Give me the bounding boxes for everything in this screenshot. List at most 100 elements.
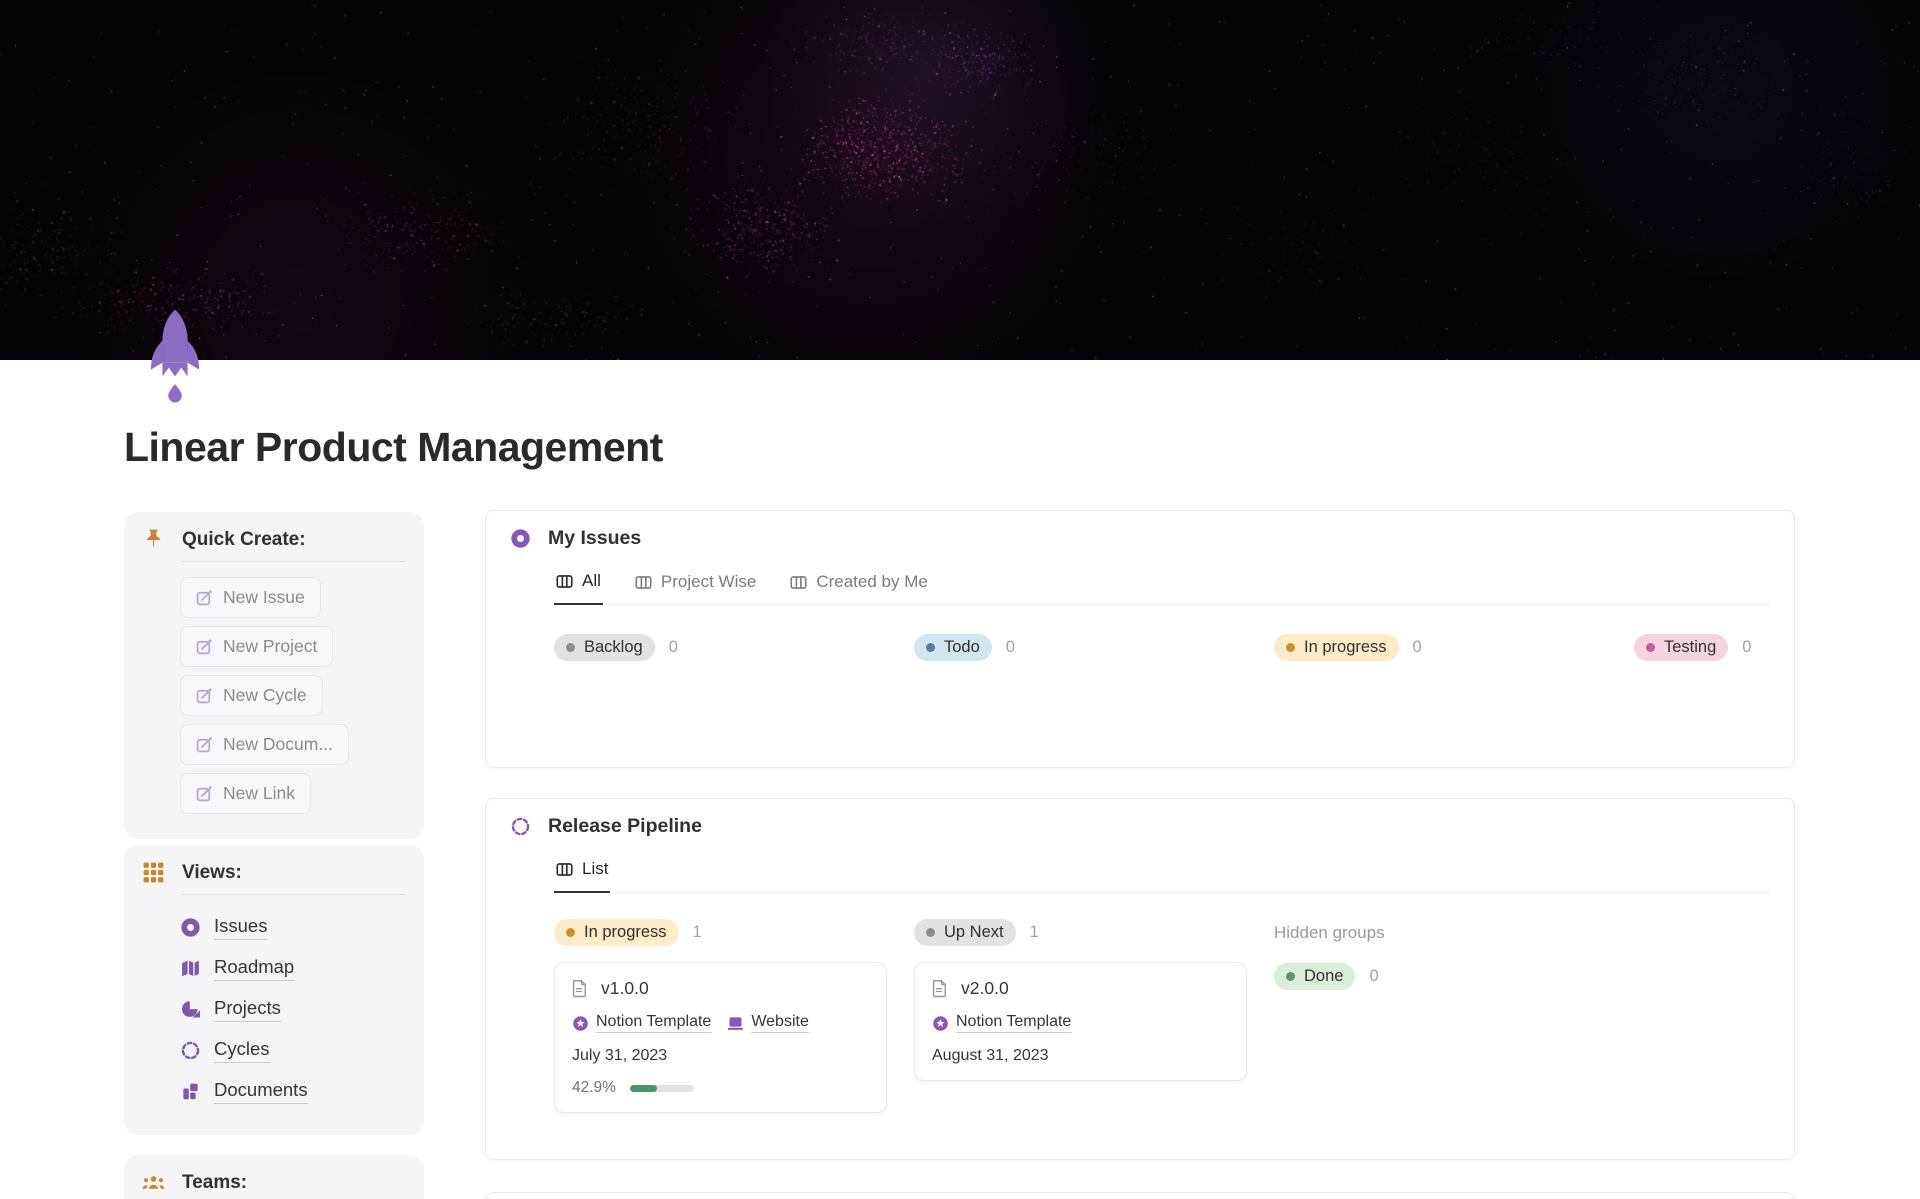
teams-card: Teams: bbox=[124, 1155, 424, 1199]
group-pill-done[interactable]: Done bbox=[1274, 963, 1356, 990]
sidebar-item-documents[interactable]: Documents bbox=[180, 1071, 406, 1112]
status-dot bbox=[926, 643, 935, 652]
next-section-edge bbox=[485, 1192, 1795, 1199]
database-title: Release Pipeline bbox=[548, 815, 702, 837]
grid-icon bbox=[142, 861, 165, 884]
teams-header: Teams: bbox=[142, 1171, 406, 1194]
board-column-backlog: Backlog 0 bbox=[554, 634, 887, 661]
board-view-icon bbox=[790, 574, 807, 591]
group-pill-backlog[interactable]: Backlog bbox=[554, 634, 655, 661]
divider bbox=[182, 561, 406, 562]
views-title: Views: bbox=[182, 861, 242, 883]
new-document-button[interactable]: New Docum... bbox=[180, 724, 349, 765]
group-count: 0 bbox=[1005, 638, 1015, 656]
hidden-groups-label: Hidden groups bbox=[1274, 923, 1385, 942]
views-list: Issues Roadmap Projects Cycles Documents bbox=[180, 907, 406, 1112]
group-count: 1 bbox=[1029, 923, 1039, 941]
website-link[interactable]: Website bbox=[727, 1013, 809, 1033]
status-dot bbox=[1286, 972, 1295, 981]
tab-project-wise[interactable]: Project Wise bbox=[633, 564, 758, 605]
sidebar-item-issues[interactable]: Issues bbox=[180, 907, 406, 948]
status-dot bbox=[566, 928, 575, 937]
my-issues-board: Backlog 0 Todo 0 In progress 0 Testing 0 bbox=[554, 634, 1770, 661]
group-count: 0 bbox=[1369, 967, 1379, 985]
star-badge-icon bbox=[932, 1015, 949, 1032]
release-card-v1[interactable]: v1.0.0 Notion Template Website July 31, … bbox=[554, 962, 887, 1113]
map-icon bbox=[180, 958, 201, 979]
group-pill-in-progress[interactable]: In progress bbox=[1274, 634, 1399, 661]
board-column-hidden-groups: Hidden groups Done 0 bbox=[1274, 919, 1607, 1113]
board-column-todo: Todo 0 bbox=[914, 634, 1247, 661]
new-link-button[interactable]: New Link bbox=[180, 773, 311, 814]
release-card-v2[interactable]: v2.0.0 Notion Template August 31, 2023 bbox=[914, 962, 1247, 1081]
status-dot bbox=[1646, 643, 1655, 652]
divider bbox=[182, 894, 406, 895]
page-icon bbox=[932, 979, 948, 998]
database-title: My Issues bbox=[548, 527, 642, 549]
new-project-button[interactable]: New Project bbox=[180, 626, 334, 667]
group-count: 0 bbox=[1742, 638, 1752, 656]
laptop-icon bbox=[727, 1015, 744, 1032]
group-count: 0 bbox=[1412, 638, 1422, 656]
people-icon bbox=[142, 1171, 165, 1194]
notion-page: Linear Product Management Quick Create: … bbox=[0, 0, 1920, 1199]
quick-create-title: Quick Create: bbox=[182, 528, 306, 550]
board-view-icon bbox=[556, 573, 573, 590]
board-column-in-progress: In progress 0 bbox=[1274, 634, 1607, 661]
progress-label: 42.9% bbox=[572, 1079, 616, 1096]
release-date: July 31, 2023 bbox=[572, 1047, 668, 1064]
cover-nebula-canvas bbox=[0, 0, 1920, 360]
board-column-in-progress: In progress 1 v1.0.0 Notion Template Web… bbox=[554, 919, 887, 1113]
cover-image bbox=[0, 0, 1920, 360]
group-pill-up-next[interactable]: Up Next bbox=[914, 919, 1016, 946]
compose-icon bbox=[196, 687, 213, 704]
board-column-testing: Testing 0 bbox=[1634, 634, 1794, 661]
group-pill-in-progress[interactable]: In progress bbox=[554, 919, 679, 946]
release-title: v1.0.0 bbox=[601, 978, 649, 998]
sidebar-item-projects[interactable]: Projects bbox=[180, 989, 406, 1030]
pie-chart-icon bbox=[180, 999, 201, 1020]
status-dot bbox=[1286, 643, 1295, 652]
issues-donut-icon bbox=[510, 528, 531, 549]
dashed-circle-icon bbox=[510, 816, 531, 837]
progress-row: 42.9% bbox=[572, 1079, 869, 1097]
views-card: Views: Issues Roadmap Projects Cycles Do… bbox=[124, 845, 424, 1135]
board-view-icon bbox=[635, 574, 652, 591]
page-icon bbox=[572, 979, 588, 998]
tab-list[interactable]: List bbox=[554, 852, 611, 893]
issues-donut-icon bbox=[180, 917, 201, 938]
compose-icon bbox=[196, 785, 213, 802]
rocket-icon[interactable] bbox=[147, 308, 205, 406]
release-pipeline-board: In progress 1 v1.0.0 Notion Template Web… bbox=[554, 919, 1770, 1113]
group-count: 1 bbox=[692, 923, 702, 941]
compose-icon bbox=[196, 589, 213, 606]
tab-all[interactable]: All bbox=[554, 564, 603, 605]
teams-title: Teams: bbox=[182, 1171, 248, 1193]
my-issues-title-row: My Issues bbox=[510, 527, 1770, 550]
star-badge-icon bbox=[572, 1015, 589, 1032]
status-dot bbox=[566, 643, 575, 652]
dashed-circle-icon bbox=[180, 1040, 201, 1061]
pushpin-icon bbox=[142, 528, 165, 551]
progress-bar bbox=[629, 1084, 694, 1092]
group-count: 0 bbox=[668, 638, 678, 656]
notion-template-link[interactable]: Notion Template bbox=[932, 1013, 1072, 1033]
group-pill-testing[interactable]: Testing bbox=[1634, 634, 1729, 661]
quick-create-header: Quick Create: bbox=[142, 528, 406, 551]
compose-icon bbox=[196, 736, 213, 753]
views-header: Views: bbox=[142, 861, 406, 884]
notion-template-link[interactable]: Notion Template bbox=[572, 1013, 712, 1033]
sidebar-item-roadmap[interactable]: Roadmap bbox=[180, 948, 406, 989]
new-issue-button[interactable]: New Issue bbox=[180, 577, 321, 618]
compose-icon bbox=[196, 638, 213, 655]
sidebar-item-cycles[interactable]: Cycles bbox=[180, 1030, 406, 1071]
group-pill-todo[interactable]: Todo bbox=[914, 634, 992, 661]
my-issues-tabs: All Project Wise Created by Me bbox=[554, 564, 1770, 605]
blocks-icon bbox=[180, 1081, 201, 1102]
new-cycle-button[interactable]: New Cycle bbox=[180, 675, 323, 716]
board-column-up-next: Up Next 1 v2.0.0 Notion Template August … bbox=[914, 919, 1247, 1113]
release-pipeline-title-row: Release Pipeline bbox=[510, 815, 1770, 838]
quick-create-buttons: New Issue New Project New Cycle New Docu… bbox=[180, 577, 406, 814]
board-view-icon bbox=[556, 861, 573, 878]
tab-created-by-me[interactable]: Created by Me bbox=[788, 564, 930, 605]
